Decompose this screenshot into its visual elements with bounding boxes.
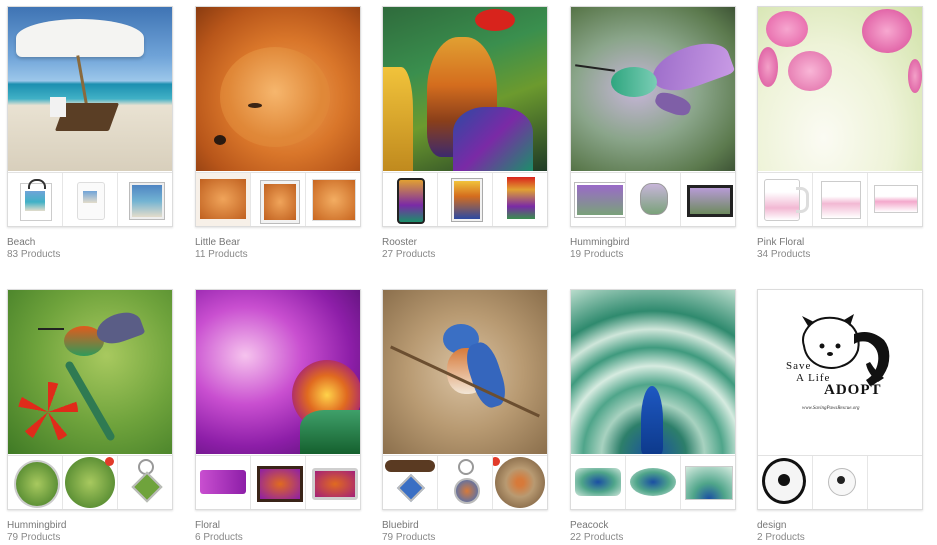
collection-name[interactable]: Bluebird xyxy=(382,520,548,532)
collection-card-floral[interactable]: Floral 6 Products xyxy=(195,289,361,543)
large-button-thumb[interactable] xyxy=(758,456,813,509)
product-thumbnails xyxy=(383,172,547,226)
small-button-thumb[interactable] xyxy=(813,456,868,509)
logo-url: www.SavingPawsRescue.org xyxy=(802,406,860,411)
mug-alt-thumb[interactable] xyxy=(813,173,868,226)
tote-bag-thumb[interactable] xyxy=(8,173,63,226)
canvas-thumb[interactable] xyxy=(306,173,360,226)
collection-product-count: 83 Products xyxy=(7,249,61,260)
beach-umbrella-image[interactable] xyxy=(8,7,172,171)
product-thumbnails xyxy=(758,172,922,226)
collection-image-frame[interactable] xyxy=(570,289,736,510)
collection-card-pink-floral[interactable]: Pink Floral 34 Products xyxy=(757,6,923,260)
pet-collar-thumb[interactable] xyxy=(383,456,438,509)
button-thumb[interactable] xyxy=(493,456,547,509)
collection-card-hummingbird[interactable]: Hummingbird 19 Products xyxy=(570,6,736,260)
pink-blossoms-image[interactable] xyxy=(758,7,922,171)
product-thumbnails xyxy=(383,455,547,509)
empty-thumb-slot xyxy=(868,456,922,509)
dog-silhouette-icon xyxy=(802,314,890,386)
bluebird-image[interactable] xyxy=(383,290,547,454)
collection-product-count: 2 Products xyxy=(757,532,805,543)
collection-product-count: 11 Products xyxy=(195,249,248,260)
keychain-thumb[interactable] xyxy=(438,456,493,509)
product-thumbnails xyxy=(8,455,172,509)
collection-image-frame[interactable]: Save A Life ADOPT www.SavingPawsRescue.o… xyxy=(757,289,923,510)
product-thumbnails xyxy=(196,455,360,509)
tshirt-thumb[interactable] xyxy=(63,173,118,226)
collection-image-frame[interactable] xyxy=(570,6,736,227)
hummingbird-red-flower-image[interactable] xyxy=(8,290,172,454)
collection-product-count: 22 Products xyxy=(570,532,624,543)
pouch-thumb[interactable] xyxy=(196,456,251,509)
collection-card-peacock[interactable]: Peacock 22 Products xyxy=(570,289,736,543)
collection-product-count: 79 Products xyxy=(382,532,436,543)
product-thumbnails xyxy=(571,455,735,509)
magenta-flower-image[interactable] xyxy=(196,290,360,454)
sale-badge xyxy=(493,457,500,466)
collection-image-frame[interactable] xyxy=(7,289,173,510)
print-thumb[interactable] xyxy=(118,173,172,226)
peacock-image[interactable] xyxy=(571,290,735,454)
product-thumbnails xyxy=(196,172,360,226)
pet-tag-thumb[interactable] xyxy=(626,173,681,226)
collection-product-count: 27 Products xyxy=(382,249,436,260)
canvas-thumb[interactable] xyxy=(493,173,547,226)
collection-image-frame[interactable] xyxy=(757,6,923,227)
oval-tray-thumb[interactable] xyxy=(626,456,681,509)
product-thumbnails xyxy=(571,172,735,226)
collection-image-frame[interactable] xyxy=(382,6,548,227)
collection-product-count: 19 Products xyxy=(570,249,624,260)
mug-thumb[interactable] xyxy=(758,173,813,226)
collection-name[interactable]: design xyxy=(757,520,923,532)
collection-name[interactable]: Hummingbird xyxy=(570,237,736,249)
adopt-logo-image[interactable]: Save A Life ADOPT www.SavingPawsRescue.o… xyxy=(758,290,922,454)
logo-text-adopt: ADOPT xyxy=(824,382,882,398)
collection-image-frame[interactable] xyxy=(382,289,548,510)
rooster-image[interactable] xyxy=(383,7,547,171)
collection-name[interactable]: Rooster xyxy=(382,237,548,249)
collection-card-little-bear[interactable]: Little Bear 11 Products xyxy=(195,6,361,260)
print-thumb[interactable] xyxy=(438,173,493,226)
framed-print-thumb[interactable] xyxy=(251,456,306,509)
phone-case-thumb[interactable] xyxy=(383,173,438,226)
collection-card-rooster[interactable]: Rooster 27 Products xyxy=(382,6,548,260)
collection-image-frame[interactable] xyxy=(7,6,173,227)
collection-card-design[interactable]: Save A Life ADOPT www.SavingPawsRescue.o… xyxy=(757,289,923,543)
product-thumbnails xyxy=(8,172,172,226)
collection-card-hummingbird-2[interactable]: Hummingbird 79 Products xyxy=(7,289,173,543)
product-thumbnails xyxy=(758,455,922,509)
puzzle-thumb[interactable] xyxy=(196,173,251,226)
compact-mirror-thumb[interactable] xyxy=(8,456,63,509)
collection-name[interactable]: Little Bear xyxy=(195,237,361,249)
card-case-thumb[interactable] xyxy=(306,456,360,509)
framed-print-thumb[interactable] xyxy=(681,173,735,226)
hummingbird-image[interactable] xyxy=(571,7,735,171)
collection-image-frame[interactable] xyxy=(195,6,361,227)
sale-badge xyxy=(105,457,114,466)
collection-name[interactable]: Pink Floral xyxy=(757,237,923,249)
logo-text-save: Save xyxy=(786,360,812,372)
button-thumb[interactable] xyxy=(63,456,118,509)
collection-name[interactable]: Beach xyxy=(7,237,173,249)
collection-image-frame[interactable] xyxy=(195,289,361,510)
card-thumb[interactable] xyxy=(571,173,626,226)
collection-name[interactable]: Peacock xyxy=(570,520,736,532)
collection-product-count: 79 Products xyxy=(7,532,61,543)
pomeranian-image[interactable] xyxy=(196,7,360,171)
collection-product-count: 34 Products xyxy=(757,249,811,260)
collection-product-count: 6 Products xyxy=(195,532,243,543)
framed-print-thumb[interactable] xyxy=(251,173,306,226)
keychain-thumb[interactable] xyxy=(118,456,172,509)
print-thumb[interactable] xyxy=(868,173,922,226)
collection-card-beach[interactable]: Beach 83 Products xyxy=(7,6,173,260)
mousepad-thumb[interactable] xyxy=(571,456,626,509)
collection-card-bluebird[interactable]: Bluebird 79 Products xyxy=(382,289,548,543)
collection-name[interactable]: Floral xyxy=(195,520,361,532)
card-thumb[interactable] xyxy=(681,456,735,509)
collection-name[interactable]: Hummingbird xyxy=(7,520,173,532)
